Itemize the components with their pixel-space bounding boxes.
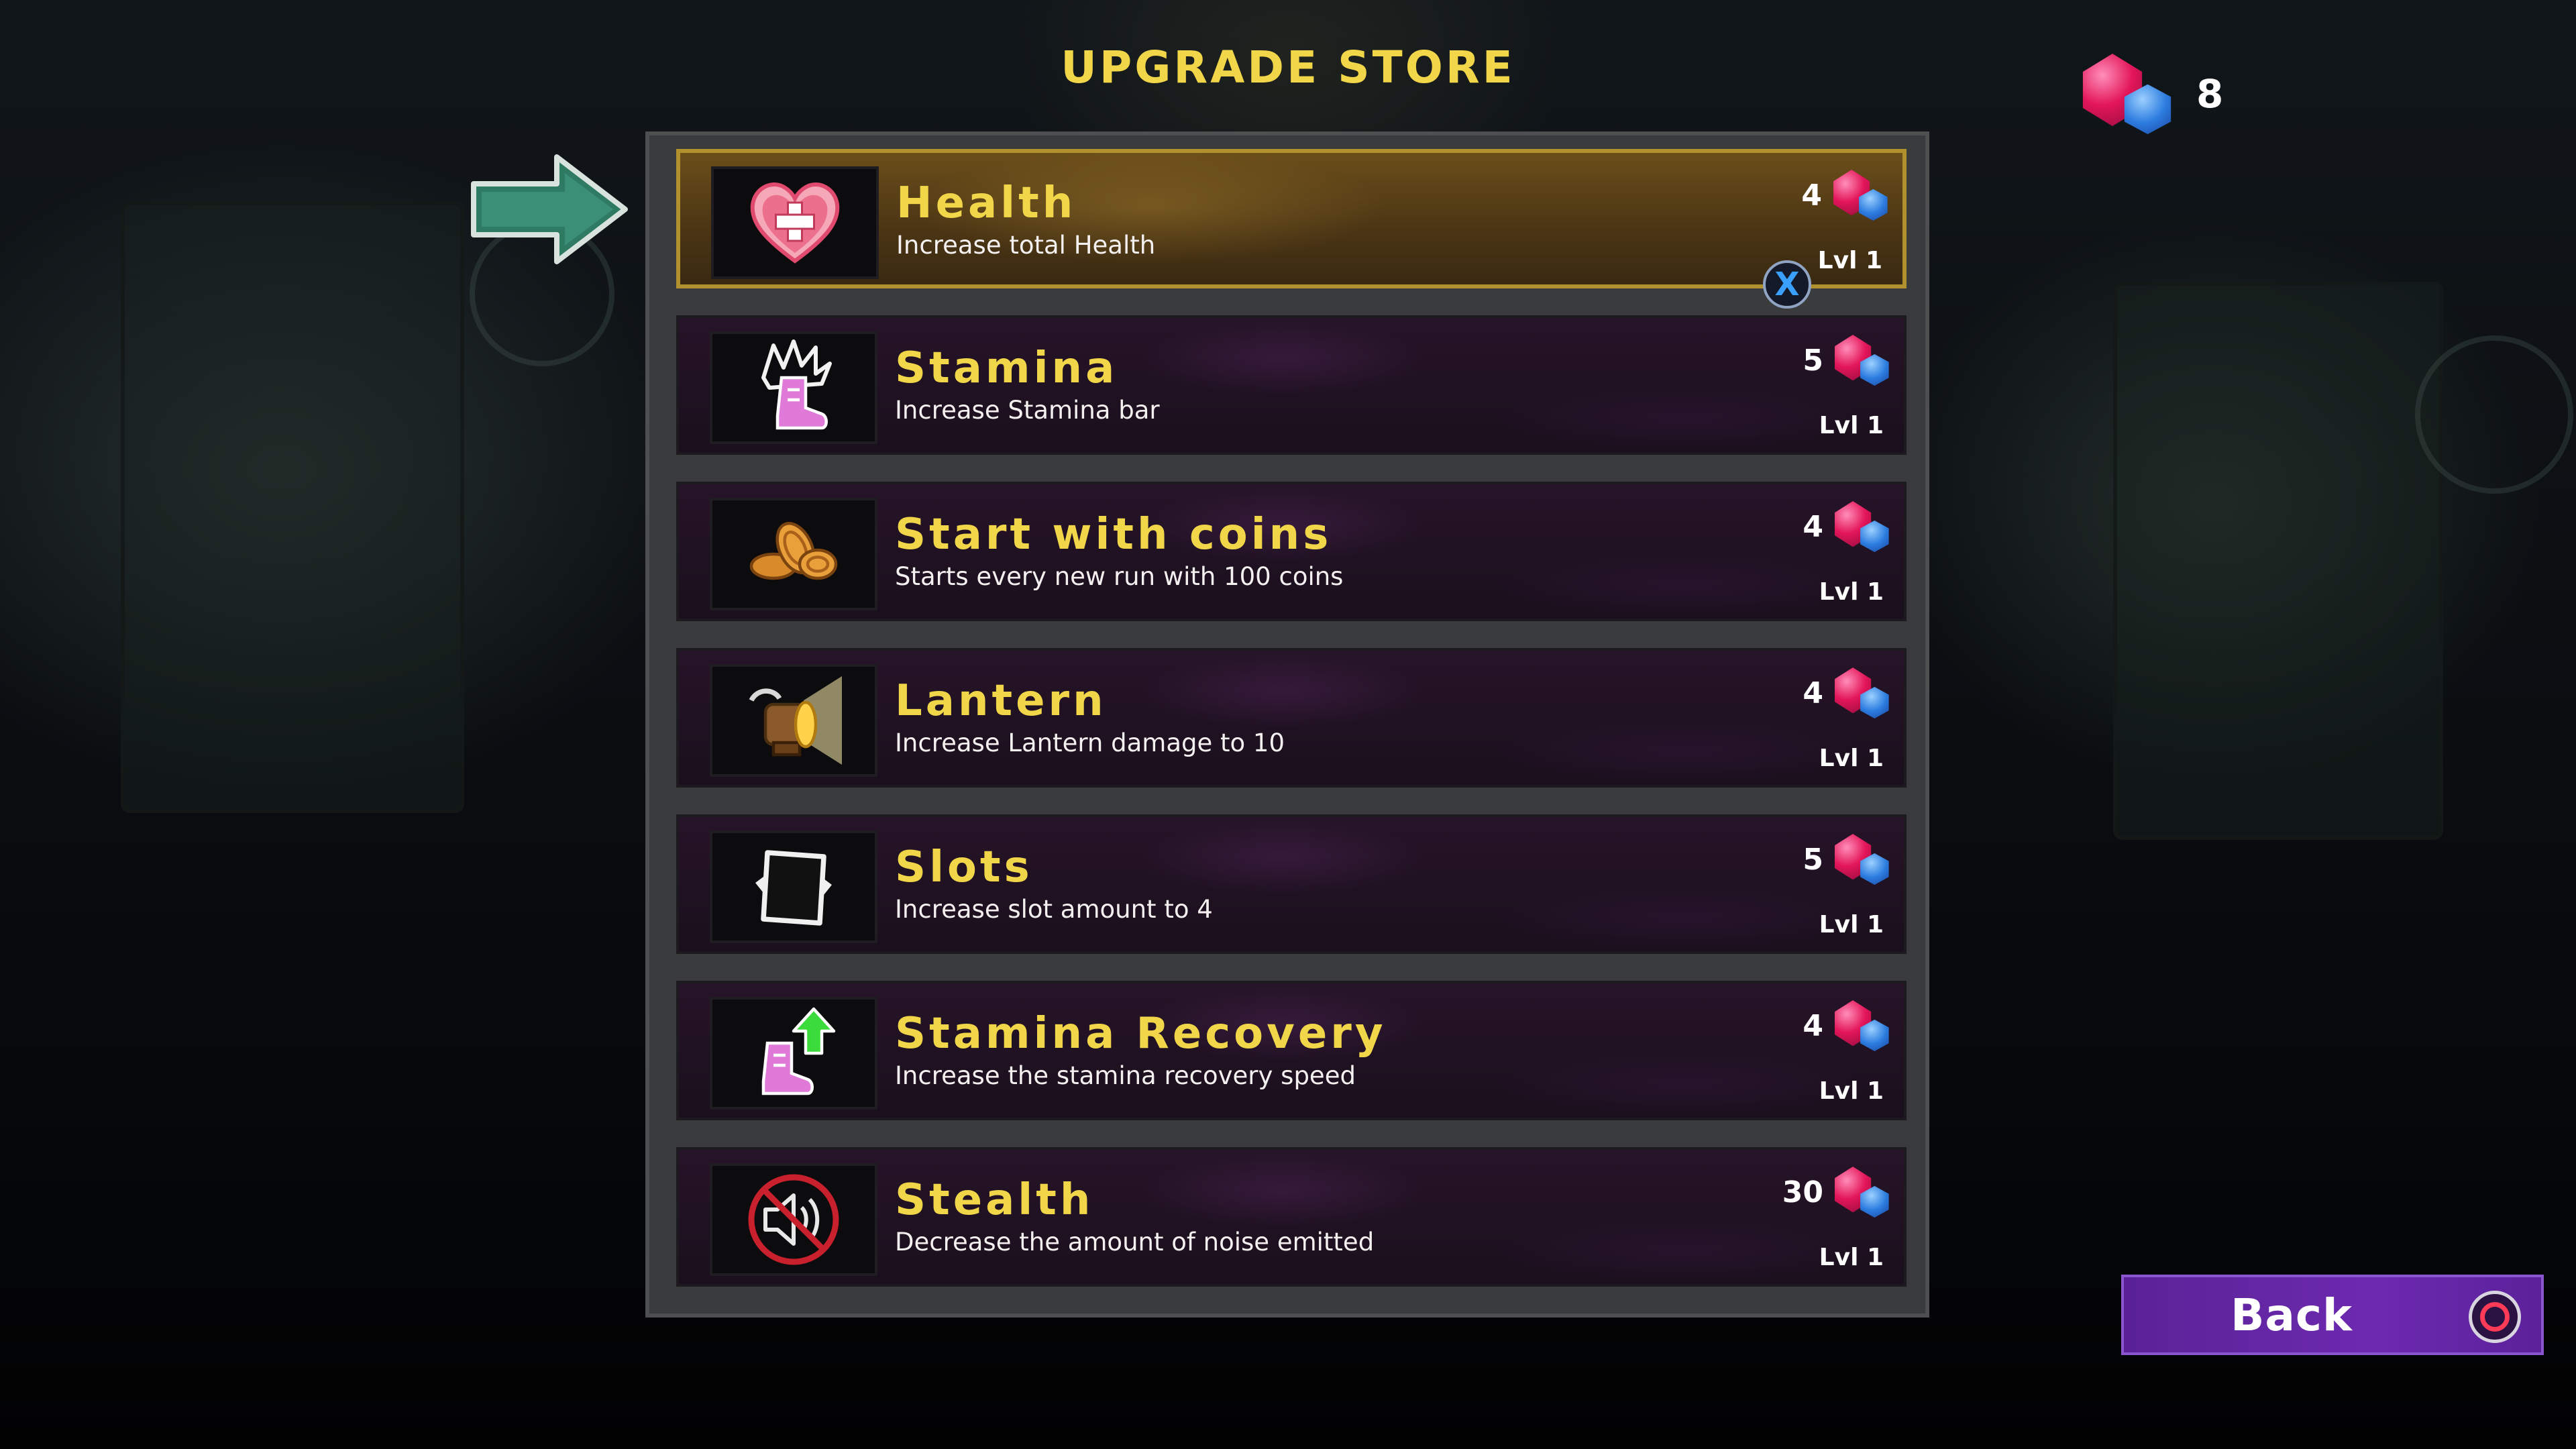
upgrade-name: Stamina Recovery [895,1009,1387,1059]
upgrade-cost: 4 [1803,664,1890,722]
upgrade-name: Stamina [895,343,1118,393]
upgrade-cost-value: 4 [1803,676,1823,710]
gem-icon [1833,1000,1890,1051]
upgrade-name: Lantern [895,676,1107,726]
upgrade-cost-value: 30 [1782,1175,1823,1210]
boot-up-arrow-icon [761,1007,836,1095]
gem-icon [1833,501,1890,552]
boot-icon [761,339,832,430]
upgrade-level: Lvl 1 [1819,745,1884,772]
upgrade-description: Increase total Health [896,231,1156,260]
upgrade-cost-value: 4 [1801,178,1822,213]
upgrade-cost: 30 [1782,1163,1890,1221]
selection-arrow-icon [471,154,628,264]
upgrade-cost: 5 [1803,331,1890,389]
background-shelf-left [121,201,464,813]
upgrade-icon-frame [710,331,877,444]
gem-icon [1831,170,1889,221]
upgrade-cost-value: 5 [1803,343,1823,378]
upgrade-name: Health [896,178,1077,228]
upgrade-icon-frame [710,830,877,943]
upgrade-name: Slots [895,843,1033,892]
upgrade-description: Starts every new run with 100 coins [895,562,1344,591]
x-button-prompt-icon[interactable]: X [1763,260,1811,309]
upgrade-row-health[interactable]: Health Increase total Health 4 Lvl 1 X [676,149,1907,309]
upgrade-icon-frame [711,166,879,279]
coins-icon [749,521,838,580]
upgrade-level: Lvl 1 [1819,1077,1884,1105]
gem-icon [1833,834,1890,885]
upgrade-row-stamina-recovery[interactable]: Stamina Recovery Increase the stamina re… [676,981,1907,1120]
gem-icon [1833,667,1890,718]
upgrade-level: Lvl 1 [1817,247,1882,274]
upgrade-name: Stealth [895,1175,1094,1225]
upgrade-level: Lvl 1 [1819,412,1884,439]
gem-count: 8 [2196,71,2224,117]
upgrade-row-start-with-coins[interactable]: Start with coins Starts every new run wi… [676,482,1907,621]
gem-icon [1833,335,1890,386]
upgrade-cost: 4 [1803,498,1890,555]
upgrade-cost: 4 [1801,166,1889,224]
upgrade-row-lantern[interactable]: Lantern Increase Lantern damage to 10 4 … [676,648,1907,788]
lantern-icon [749,676,842,765]
upgrade-icon-frame [710,1163,877,1276]
upgrade-description: Increase slot amount to 4 [895,895,1213,924]
upgrade-name: Start with coins [895,510,1332,559]
upgrade-row-slots[interactable]: Slots Increase slot amount to 4 5 Lvl 1 [676,814,1907,954]
upgrade-list: Health Increase total Health 4 Lvl 1 X S… [645,131,1929,1318]
heart-plus-icon [750,182,840,264]
gem-balance: 8 [2080,47,2254,141]
upgrade-cost: 4 [1803,997,1890,1055]
slot-card-icon [755,850,832,926]
upgrade-cost-value: 4 [1803,1008,1823,1043]
upgrade-level: Lvl 1 [1819,1244,1884,1271]
gem-icon [1833,1167,1890,1218]
upgrade-icon-frame [710,498,877,610]
upgrade-cost-value: 5 [1803,842,1823,877]
upgrade-description: Decrease the amount of noise emitted [895,1228,1375,1256]
upgrade-icon-frame [710,664,877,777]
upgrade-level: Lvl 1 [1819,911,1884,938]
upgrade-row-stamina[interactable]: Stamina Increase Stamina bar 5 Lvl 1 [676,315,1907,455]
upgrade-icon-frame [710,997,877,1110]
upgrade-description: Increase the stamina recovery speed [895,1061,1356,1090]
background-shelf-right [2113,282,2443,840]
upgrade-cost-value: 4 [1803,509,1823,544]
back-button[interactable]: Back [2121,1275,2544,1355]
gem-icon [2080,54,2174,134]
background-globe [2415,335,2573,494]
upgrade-row-stealth[interactable]: Stealth Decrease the amount of noise emi… [676,1147,1907,1287]
muted-speaker-icon [748,1174,839,1265]
upgrade-description: Increase Stamina bar [895,396,1160,425]
upgrade-description: Increase Lantern damage to 10 [895,729,1285,757]
upgrade-cost: 5 [1803,830,1890,888]
upgrade-level: Lvl 1 [1819,578,1884,606]
circle-button-icon [2469,1291,2521,1343]
back-button-label: Back [2231,1289,2353,1341]
